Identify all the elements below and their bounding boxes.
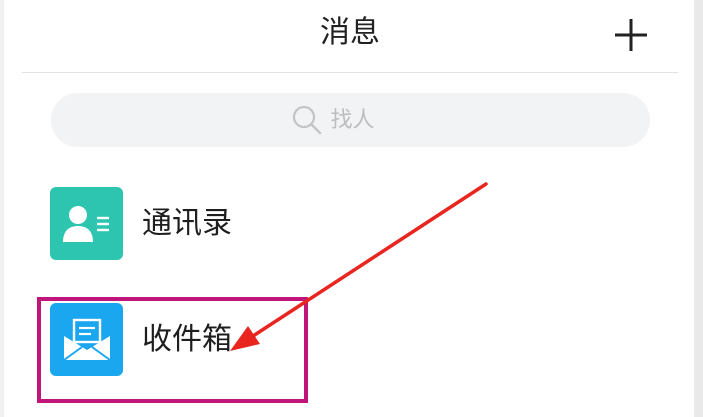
- search-input[interactable]: [322, 107, 411, 133]
- mail-envelope-icon: [62, 318, 111, 361]
- header-divider: [22, 72, 678, 73]
- contact-card-icon: [62, 205, 109, 242]
- page-title: 消息: [320, 15, 380, 50]
- inbox-icon-tile: [50, 303, 123, 376]
- plus-icon: [615, 19, 647, 51]
- contacts-icon-tile: [50, 187, 123, 260]
- right-edge: [694, 0, 703, 417]
- list-item-inbox[interactable]: 收件箱: [40, 296, 660, 386]
- search-bar[interactable]: [51, 93, 650, 147]
- screen: 消息 通讯录: [0, 0, 703, 417]
- contacts-label: 通讯录: [142, 206, 232, 241]
- list-item-contacts[interactable]: 通讯录: [40, 180, 660, 270]
- search-icon: [292, 105, 321, 135]
- inbox-label: 收件箱: [142, 322, 232, 357]
- add-button[interactable]: [608, 12, 654, 58]
